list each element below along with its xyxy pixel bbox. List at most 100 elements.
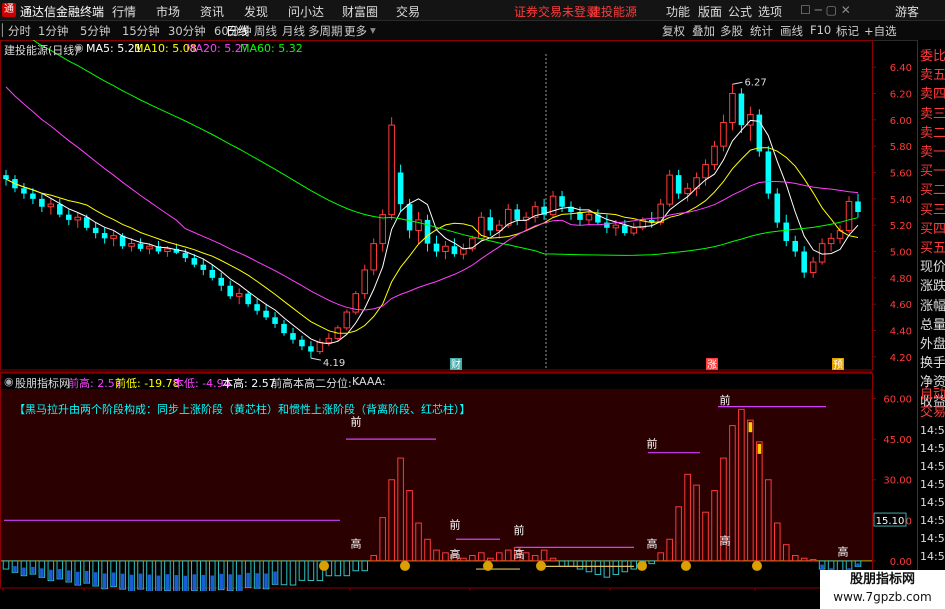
indicator-core-blue (219, 573, 224, 590)
f10-button[interactable]: F10 (810, 23, 831, 37)
indicator-core-blue (246, 572, 250, 588)
price-tick-label: 5.00 (890, 248, 912, 259)
period-tab-15min[interactable]: 15分钟 (122, 23, 160, 39)
indicator-core-blue (183, 575, 188, 591)
multi-stock-button[interactable]: 多股 (720, 23, 743, 39)
indicator-core-blue (820, 564, 824, 570)
sub-tick-label: 60.00 (883, 395, 912, 406)
candle-body-up (666, 174, 673, 205)
candle-body-down (200, 264, 207, 270)
prev-low-label: 前低: -19.78 (115, 377, 180, 390)
kaaa-label: KAAA: (352, 375, 386, 388)
side-label-2: 卖四 (920, 87, 945, 103)
menu-item-function[interactable]: 功能 (666, 3, 690, 20)
guest-label[interactable]: 游客 (895, 3, 919, 20)
ma60-line (32, 40, 859, 256)
indicator-core-blue (75, 571, 80, 586)
stats-button[interactable]: 统计 (750, 23, 773, 39)
settings-circle-icon[interactable]: ◉ (74, 41, 84, 54)
indicator-core-blue (111, 572, 116, 587)
indicator-bar-down (361, 560, 369, 572)
label-prev: 前 (514, 523, 525, 537)
menu-bar: 通 通达信金融终端 行情 市场 资讯 发现 问小达 财富圈 交易 证券交易未登录… (0, 0, 945, 21)
indicator-core-blue (156, 575, 161, 591)
candle-body-up (702, 164, 709, 179)
overlay-button[interactable]: 叠加 (692, 23, 715, 39)
menu-item-ask[interactable]: 问小达 (288, 3, 324, 20)
login-warning[interactable]: 证券交易未登录 (514, 3, 598, 20)
indicator-bar-down (648, 560, 656, 565)
candle-body-down (738, 93, 745, 126)
indicator-core-blue (255, 573, 259, 589)
period-tab-5min[interactable]: 5分钟 (80, 23, 110, 39)
candle-body-up (235, 293, 243, 297)
indicator-bar-down (289, 560, 297, 586)
period-tab-1min[interactable]: 1分钟 (38, 23, 68, 39)
indicator-settings-icon[interactable]: ◉ (4, 375, 14, 388)
indicator-core-blue (174, 575, 179, 591)
period-tab-multi[interactable]: 多周期 (308, 23, 343, 39)
chart-area[interactable]: 6.40 6.20 6.00 5.80 5.60 5.40 5.20 5.00 4.80 4.60… (0, 40, 917, 591)
candle-body-down (397, 172, 404, 205)
indicator-core-blue (22, 567, 26, 576)
menu-item-quotes[interactable]: 行情 (112, 3, 136, 20)
period-bar: ▏ 分时 1分钟 5分钟 15分钟 30分钟 60分钟 日线 周线 月线 多周期… (0, 21, 945, 41)
high-price-mark: 6.27 (744, 77, 766, 88)
candle-body-down (83, 217, 90, 228)
candle-body-up (370, 243, 377, 271)
add-favorite-button[interactable]: +自选 (864, 23, 897, 39)
candle-body-up (47, 203, 55, 208)
menu-item-formula[interactable]: 公式 (728, 3, 752, 20)
indicator-bar-down (603, 560, 611, 578)
sub-tick-label: 45.00 (883, 435, 912, 446)
mark-button[interactable]: 标记 (836, 23, 859, 39)
more-chevron-icon[interactable]: ▾ (370, 23, 376, 37)
period-tab-30min[interactable]: 30分钟 (168, 23, 206, 39)
candle-body-down (433, 243, 440, 252)
candle-body-up (684, 187, 691, 195)
candle-body-up (146, 245, 153, 250)
period-tab-daily[interactable]: 日线 (226, 23, 249, 39)
indicator-bar-down (2, 560, 10, 570)
indicator-core-blue (273, 571, 277, 585)
candle-body-up (164, 248, 171, 253)
candle-body-down (209, 269, 216, 278)
candle-body-up (442, 245, 449, 253)
period-tab-weekly[interactable]: 周线 (254, 23, 277, 39)
side-panel: 委比 卖五 卖四 卖三 卖二 卖一 买一 买二 买三 买四 买五 现价 涨跌 涨幅 总量 外盘 换手 净资 收益 自动… (917, 40, 945, 609)
price-tick-label: 5.80 (890, 142, 912, 153)
period-tab-monthly[interactable]: 月线 (282, 23, 305, 39)
candle-body-down (559, 196, 565, 207)
menu-item-layout[interactable]: 版面 (698, 3, 722, 20)
indicator-core-blue (264, 573, 268, 589)
menu-item-discover[interactable]: 发现 (244, 3, 268, 20)
candle-body-up (827, 237, 835, 245)
candle-body-down (263, 310, 269, 318)
side-label-4: 卖二 (920, 125, 945, 141)
candle-body-down (451, 246, 458, 255)
side-bottom-label-9: 14:56 (920, 550, 945, 563)
menu-item-market[interactable]: 市场 (156, 3, 180, 20)
price-tick-label: 6.00 (890, 116, 912, 127)
period-tab-more[interactable]: 更多 (344, 23, 367, 39)
money-bag-icon (536, 560, 546, 571)
indicator-core-yellow (757, 443, 762, 454)
menu-item-options[interactable]: 选项 (758, 3, 782, 20)
candle-body-down (424, 219, 431, 244)
indicator-core-blue (237, 574, 241, 591)
menu-item-wealth[interactable]: 财富圈 (342, 3, 378, 20)
side-bottom-label-8: 14:56 (920, 532, 945, 545)
menu-item-news[interactable]: 资讯 (200, 3, 224, 20)
window-controls-icon[interactable]: ☐ ─ ▢ ✕ (800, 3, 851, 17)
candle-body-up (128, 243, 135, 247)
adjust-button[interactable]: 复权 (662, 23, 685, 39)
money-bag-icon (400, 560, 410, 571)
indicator-bar-down (558, 560, 566, 567)
indicator-core-yellow (748, 422, 753, 433)
draw-button[interactable]: 画线 (780, 23, 803, 39)
menu-item-trade[interactable]: 交易 (396, 3, 420, 20)
candle-body-up (460, 248, 467, 255)
candle-body-down (801, 251, 807, 273)
candle-body-down (622, 225, 628, 234)
period-tab-intraday[interactable]: 分时 (8, 23, 31, 39)
